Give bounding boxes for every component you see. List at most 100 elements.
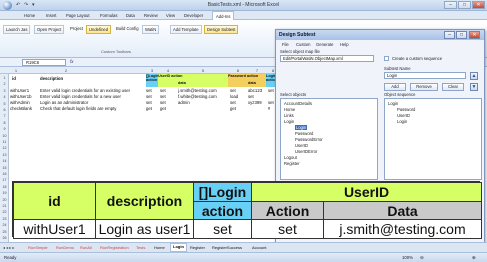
menu-file[interactable]: File (282, 42, 289, 47)
name-box[interactable]: R19C6 (22, 59, 66, 66)
cell-description[interactable]: Enter valid login credentials for an exi… (40, 88, 144, 93)
cell-login-action[interactable]: set (146, 88, 152, 93)
cell-password-action[interactable]: get (230, 106, 236, 111)
zoom-level[interactable]: 100% (402, 255, 413, 260)
row-header[interactable]: 6 (0, 108, 9, 112)
create-custom-sequence-checkbox[interactable] (384, 56, 389, 61)
zoom-in-icon[interactable]: ⊕ (472, 255, 476, 261)
tree-item[interactable]: Login (284, 119, 294, 124)
row-header[interactable]: 26 (0, 236, 9, 240)
tab-data[interactable]: Data (126, 13, 135, 18)
row-header[interactable]: 21 (0, 204, 9, 208)
tree-item[interactable]: PasswordError (295, 137, 323, 142)
cell-userid-action[interactable]: get (160, 106, 166, 111)
row-header[interactable]: 15 (0, 166, 9, 170)
column-header[interactable]: 6 (228, 68, 248, 73)
row-header[interactable]: 11 (0, 140, 9, 144)
maximize-button[interactable]: □ (458, 1, 471, 9)
zoom-cell-userid-data[interactable]: j.smith@testing.com (322, 219, 483, 239)
zoom-header-id[interactable]: id (13, 182, 96, 220)
row-header[interactable]: 24 (0, 223, 9, 227)
objects-tree[interactable]: AccountDetails Home Links Login Login Pa… (280, 98, 378, 180)
row-header[interactable]: 12 (0, 146, 9, 150)
project-dropdown[interactable]: Undefined (86, 25, 112, 34)
zoom-header-userid-action[interactable]: Action (251, 201, 324, 220)
cell-id[interactable]: checkBlank (10, 106, 32, 111)
sheet-tab[interactable]: Home (154, 245, 165, 250)
cell-login-submit[interactable]: set (268, 88, 274, 93)
tab-developer[interactable]: Developer (184, 13, 203, 18)
move-down-arrow-icon[interactable]: ▼ (470, 83, 478, 91)
row-header[interactable]: 16 (0, 172, 9, 176)
row-header[interactable]: 20 (0, 198, 9, 202)
cell-login-action[interactable]: set (146, 94, 152, 99)
header-cell-description[interactable]: description (40, 76, 63, 81)
column-header[interactable]: 5 (178, 68, 228, 73)
sequence-item[interactable]: Login (388, 101, 398, 106)
cell-password-data[interactable]: xyz399 (248, 100, 262, 105)
column-header[interactable]: 4 (158, 68, 178, 73)
subtest-name-input[interactable]: Login (384, 72, 466, 79)
header-cell-password[interactable]: Password action (228, 74, 266, 87)
sheet-tab[interactable]: RegisterSuccess (212, 245, 242, 250)
zoom-cell-userid-action[interactable]: set (251, 219, 324, 239)
cell-password-data[interactable]: set (248, 94, 254, 99)
tab-add-ins[interactable]: Add-Ins (212, 11, 235, 20)
cell-userid-action[interactable]: set (160, 94, 166, 99)
cell-userid-action[interactable]: set (160, 100, 166, 105)
sheet-tab[interactable]: RunSimple (28, 245, 48, 250)
tree-item[interactable]: AccountDetails (284, 101, 312, 106)
cell-login-submit[interactable]: # (268, 106, 270, 111)
row-header[interactable]: 17 (0, 178, 9, 182)
row-header[interactable]: 14 (0, 159, 9, 163)
open-project-button[interactable]: Open Project (34, 25, 65, 34)
column-header[interactable]: 7 (248, 68, 266, 73)
object-sequence-tree[interactable]: Login Password UserID Login (384, 98, 482, 180)
row-header[interactable]: 9 (0, 127, 9, 131)
row-header[interactable]: 10 (0, 134, 9, 138)
row-header[interactable]: 8 (0, 121, 9, 125)
zoom-out-icon[interactable]: ⊖ (420, 255, 424, 261)
tree-item[interactable]: Home (284, 107, 295, 112)
zoom-header-login-action[interactable]: action (193, 201, 252, 220)
cell-password-data[interactable]: abc123 (248, 88, 262, 93)
row-header[interactable]: 2 (0, 82, 9, 86)
insert-function-button[interactable]: fx (70, 59, 74, 64)
menu-custom[interactable]: Custom (296, 42, 310, 47)
row-header[interactable]: 7 (0, 114, 9, 118)
zoom-header-userid-data[interactable]: Data (322, 201, 483, 220)
cell-description[interactable]: Login as an administrator (40, 100, 144, 105)
add-template-button[interactable]: Add Template (170, 25, 202, 34)
tree-item[interactable]: Links (284, 113, 294, 118)
build-config-dropdown[interactable]: WatiN (142, 25, 160, 34)
cell-login-action[interactable]: get (146, 106, 152, 111)
zoom-header-description[interactable]: description (95, 182, 194, 220)
map-file-input[interactable]: Edit/PortalWatiN.ObjectMap.xml (280, 55, 374, 62)
row-header[interactable]: 3 (0, 89, 9, 93)
move-up-arrow-icon[interactable]: ▲ (470, 72, 478, 80)
sheet-tab[interactable]: RunRegistration (100, 245, 129, 250)
tree-item[interactable]: Logout (284, 155, 297, 160)
dialog-maximize-button[interactable]: □ (456, 31, 467, 39)
tree-item-selected[interactable]: Login (295, 125, 308, 130)
tree-item[interactable]: Register (284, 161, 300, 166)
sheet-tab[interactable]: RunDemo (56, 245, 74, 250)
zoom-cell-login-action[interactable]: set (193, 219, 252, 239)
cell-description[interactable]: Enter valid login credentials for a new … (40, 94, 144, 99)
tab-formulas[interactable]: Formulas (100, 13, 117, 18)
sequence-item[interactable]: Password (397, 107, 415, 112)
zoom-header-login[interactable]: []Login (193, 182, 252, 202)
cell-userid-action[interactable]: set (160, 88, 166, 93)
sheet-tab[interactable]: Tests (136, 245, 145, 250)
cell-userid-data[interactable]: admin (178, 100, 228, 105)
header-cell-userid-data[interactable]: data (178, 81, 186, 85)
add-button[interactable]: Add (384, 83, 406, 91)
tab-home[interactable]: Home (24, 13, 35, 18)
column-header[interactable]: 1 (9, 68, 23, 73)
header-cell-login-action[interactable]: []Login action (146, 74, 158, 87)
tab-review[interactable]: Review (144, 13, 158, 18)
cell-userid-data[interactable]: j.smith@testing.com (178, 88, 228, 93)
cell-id[interactable]: withUser1b (10, 94, 32, 99)
header-cell-password-data[interactable]: data (248, 81, 256, 85)
cell-userid-data[interactable]: f.white@testing.com (178, 94, 228, 99)
